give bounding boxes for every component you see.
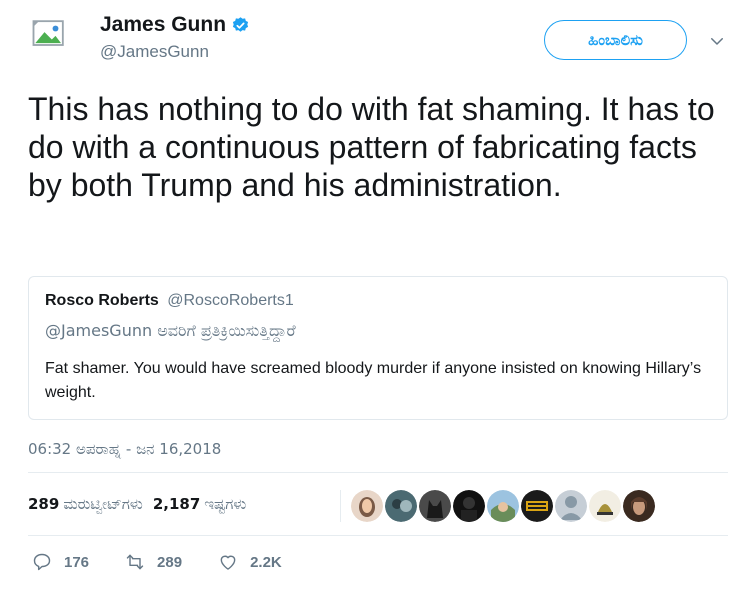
tweet-text: This has nothing to do with fat shaming.…: [28, 91, 715, 203]
like-count: 2.2K: [250, 553, 282, 571]
verified-badge-icon: [232, 16, 249, 32]
divider: [28, 535, 728, 536]
author-display-name[interactable]: James Gunn: [100, 12, 226, 38]
likers-avatar-list: [340, 490, 655, 522]
tweet-actions: 176 289 2.2K: [32, 552, 318, 572]
heart-icon: [220, 555, 236, 570]
broken-image-icon: [32, 20, 64, 46]
liker-avatar[interactable]: [589, 490, 621, 522]
liker-avatar[interactable]: [351, 490, 383, 522]
retweets-count: 289: [28, 495, 60, 513]
likes-label: ಇಷ್ಟಗಳು: [204, 495, 247, 513]
reply-action[interactable]: 176: [32, 552, 89, 572]
author-name-row[interactable]: James Gunn: [100, 12, 250, 38]
liker-avatar[interactable]: [555, 490, 587, 522]
author-avatar[interactable]: [28, 12, 72, 72]
author-handle[interactable]: @JamesGunn: [100, 42, 250, 62]
liker-avatar[interactable]: [623, 490, 655, 522]
likes-count: 2,187: [152, 495, 201, 513]
quoted-author-name: Rosco Roberts: [45, 292, 159, 309]
retweets-stat[interactable]: 289 ಮರುಟ್ವೀಟ್‌ಗಳು: [28, 495, 143, 513]
liker-avatar[interactable]: [521, 490, 553, 522]
follow-button[interactable]: ಹಿಂಬಾಲಿಸು: [544, 20, 687, 60]
tweet-timestamp[interactable]: 06:32 ಅಪರಾಹ್ನ - ಜನ 16,2018: [28, 440, 221, 458]
retweet-action[interactable]: 289: [125, 552, 182, 572]
likes-stat[interactable]: 2,187 ಇಷ್ಟಗಳು: [153, 495, 247, 513]
like-action[interactable]: 2.2K: [218, 552, 282, 572]
quoted-tweet[interactable]: Rosco Roberts @RoscoRoberts1 @JamesGunn …: [28, 276, 728, 420]
quoted-author: Rosco Roberts @RoscoRoberts1: [45, 291, 294, 311]
liker-avatar[interactable]: [385, 490, 417, 522]
retweets-label: ಮರುಟ್ವೀಟ್‌ಗಳು: [63, 495, 143, 513]
liker-avatar[interactable]: [419, 490, 451, 522]
reply-icon: [33, 553, 51, 571]
reply-count: 176: [64, 553, 90, 571]
retweet-icon: [126, 554, 144, 570]
tweet-stats: 289 ಮರುಟ್ವೀಟ್‌ಗಳು 2,187 ಇಷ್ಟಗಳು: [28, 495, 246, 513]
divider: [28, 472, 728, 473]
liker-avatar[interactable]: [487, 490, 519, 522]
liker-avatar[interactable]: [453, 490, 485, 522]
quoted-tweet-text: Fat shamer. You would have screamed bloo…: [45, 360, 702, 401]
quoted-author-handle: @RoscoRoberts1: [167, 292, 294, 309]
quoted-reply-context: @JamesGunn ಅವರಿಗೆ ಪ್ರತಿಕ್ರಿಯಿಸುತ್ತಿದ್ದಾರ…: [45, 321, 296, 340]
author-block: James Gunn @JamesGunn: [100, 12, 250, 62]
retweet-count: 289: [157, 553, 183, 571]
chevron-down-icon[interactable]: [708, 32, 726, 50]
